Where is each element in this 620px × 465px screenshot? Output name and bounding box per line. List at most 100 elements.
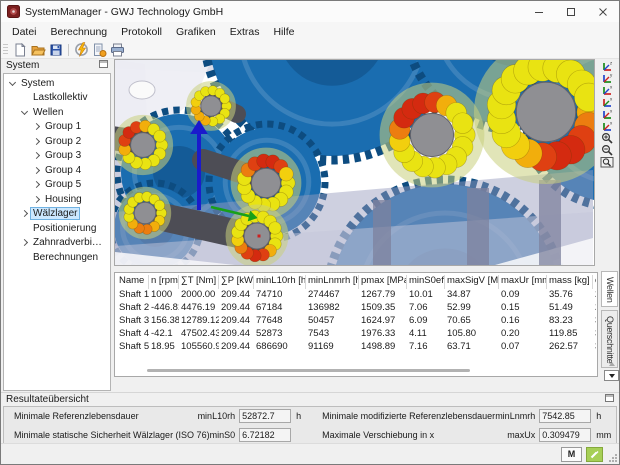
view-axis-top-icon: x <box>600 108 614 120</box>
zoom-in-icon <box>601 132 614 144</box>
expander-closed-icon[interactable] <box>31 168 42 173</box>
expander-closed-icon[interactable] <box>31 139 42 144</box>
column-header-3[interactable]: ∑T [Nm] <box>179 275 219 289</box>
result-value-field[interactable]: 0.309479 <box>539 428 591 442</box>
open-folder-button[interactable] <box>29 42 47 58</box>
menu-item-datei[interactable]: Datei <box>5 24 44 40</box>
close-button[interactable] <box>587 1 619 22</box>
toolbar-grip[interactable] <box>3 44 8 56</box>
tree-item-waelzlager[interactable]: Wälzlager <box>4 207 110 222</box>
result-unit: mm <box>596 430 612 440</box>
app-window: SystemManager - GWJ Technology GmbH Date… <box>0 0 620 465</box>
view-axis-front-icon: z <box>600 60 614 72</box>
tree-item-group-1[interactable]: Group 1 <box>4 120 110 135</box>
zoom-window-button[interactable] <box>599 156 615 168</box>
print-button[interactable] <box>108 42 126 58</box>
expander-closed-icon[interactable] <box>31 153 42 158</box>
tree-item-wellen[interactable]: Wellen <box>4 105 110 120</box>
table-row-shaft-1[interactable]: Shaft 110002000.00209.44747102744671267.… <box>117 289 596 302</box>
result-value-field[interactable]: 52872.7 <box>239 409 291 423</box>
menu-item-berechnung[interactable]: Berechnung <box>44 24 115 40</box>
table-horizontal-scrollbar[interactable] <box>118 368 593 373</box>
view-axis-left-button[interactable]: x <box>599 84 615 96</box>
minimize-button[interactable] <box>523 1 555 22</box>
resize-grip[interactable] <box>609 454 617 462</box>
menu-item-extras[interactable]: Extras <box>223 24 267 40</box>
expander-open-icon[interactable] <box>7 82 18 85</box>
cell: 67184 <box>254 302 306 315</box>
expander-closed-icon[interactable] <box>31 182 42 187</box>
menu-item-grafiken[interactable]: Grafiken <box>169 24 223 40</box>
view-axis-top-button[interactable]: x <box>599 108 615 120</box>
zoom-out-button[interactable] <box>599 144 615 156</box>
new-file-button[interactable] <box>11 42 29 58</box>
column-header-2[interactable]: n [rpm] <box>149 275 179 289</box>
cell: 0.15 <box>499 302 547 315</box>
viewport-3d[interactable] <box>114 59 595 266</box>
save-button[interactable] <box>47 42 65 58</box>
tree-item-label: System <box>18 77 57 90</box>
menu-item-protokoll[interactable]: Protokoll <box>114 24 169 40</box>
column-header-7[interactable]: pmax [MPa] <box>359 275 407 289</box>
svg-text:x: x <box>610 85 613 90</box>
cell: 6.09 <box>407 315 445 328</box>
column-header-11[interactable]: mass [kg] <box>547 275 593 289</box>
column-header-8[interactable]: minS0eff <box>407 275 445 289</box>
result-minLnmrh: Minimale modifizierte Referenzlebensdaue… <box>322 409 612 423</box>
tree-item-group-2[interactable]: Group 2 <box>4 134 110 149</box>
tree-item-positionierung[interactable]: Positionierung <box>4 221 110 236</box>
view-axis-front-button[interactable]: z <box>599 60 615 72</box>
column-header-12[interactable]: cer <box>593 275 596 289</box>
table-row-shaft-2[interactable]: Shaft 2-446.814476.19209.446718413698215… <box>117 302 596 315</box>
view-axis-right-button[interactable]: x <box>599 96 615 108</box>
expander-closed-icon[interactable] <box>19 240 30 245</box>
units-m-button[interactable]: M <box>561 447 582 462</box>
column-header-10[interactable]: maxUr [mm] <box>499 275 547 289</box>
view-axis-bottom-button[interactable]: x <box>599 120 615 132</box>
column-header-5[interactable]: minL10rh [h] <box>254 275 306 289</box>
expander-closed-icon[interactable] <box>31 124 42 129</box>
menu-item-hilfe[interactable]: Hilfe <box>266 24 301 40</box>
tree-item-berechnungen[interactable]: Berechnungen <box>4 250 110 265</box>
scrollbar-thumb[interactable] <box>147 369 470 372</box>
cell: 12789.12 <box>179 315 219 328</box>
table-row-shaft-5[interactable]: Shaft 518.95105560.95209.446866909116914… <box>117 341 596 354</box>
tree-item-label: Wellen <box>30 106 66 119</box>
expander-open-icon[interactable] <box>19 111 30 114</box>
column-header-1[interactable]: Name <box>117 275 149 289</box>
tree-item-system[interactable]: System <box>4 76 110 91</box>
expander-closed-icon[interactable] <box>19 211 30 216</box>
cell: 300 <box>593 328 596 341</box>
column-header-6[interactable]: minLnmrh [h] <box>306 275 359 289</box>
column-header-9[interactable]: maxSigV [MPa] <box>445 275 499 289</box>
tree-item-group-4[interactable]: Group 4 <box>4 163 110 178</box>
calculate-lightning-button[interactable] <box>72 42 90 58</box>
dock-float-icon[interactable] <box>99 60 108 71</box>
shaft-table: Namen [rpm]∑T [Nm]∑P [kW]minL10rh [h]min… <box>114 272 598 377</box>
tree-item-lastkollektiv[interactable]: Lastkollektiv <box>4 91 110 106</box>
result-value-field[interactable]: 6.72182 <box>239 428 291 442</box>
result-label: Minimale statische Sicherheit Wälzlager … <box>14 430 210 440</box>
cell: -42.1 <box>149 328 179 341</box>
tab-scroll-up-button[interactable] <box>605 359 618 368</box>
maximize-button[interactable] <box>555 1 587 22</box>
main-toolbar <box>1 41 619 59</box>
edit-green-button[interactable] <box>586 447 603 462</box>
table-row-shaft-3[interactable]: Shaft 3156.3812789.12209.447764850457162… <box>117 315 596 328</box>
tree-item-group-3[interactable]: Group 3 <box>4 149 110 164</box>
tree-item-group-5[interactable]: Group 5 <box>4 178 110 193</box>
tree-item-zahnradverbindungen[interactable]: Zahnradverbindun... <box>4 236 110 251</box>
report-add-button[interactable] <box>90 42 108 58</box>
cell: 83.23 <box>547 315 593 328</box>
column-header-4[interactable]: ∑P [kW] <box>219 275 254 289</box>
expander-closed-icon[interactable] <box>31 197 42 202</box>
zoom-in-button[interactable] <box>599 132 615 144</box>
view-axis-back-button[interactable]: y <box>599 72 615 84</box>
dock-float-icon[interactable] <box>605 394 614 405</box>
tab-scroll-down-button[interactable] <box>604 370 619 381</box>
table-row-shaft-4[interactable]: Shaft 4-42.147502.43209.445287375431976.… <box>117 328 596 341</box>
cell: 209.44 <box>219 302 254 315</box>
tab-wellen[interactable]: Wellen <box>601 271 618 307</box>
result-value-field[interactable]: 7542.85 <box>539 409 591 423</box>
tree-item-housing[interactable]: Housing <box>4 192 110 207</box>
